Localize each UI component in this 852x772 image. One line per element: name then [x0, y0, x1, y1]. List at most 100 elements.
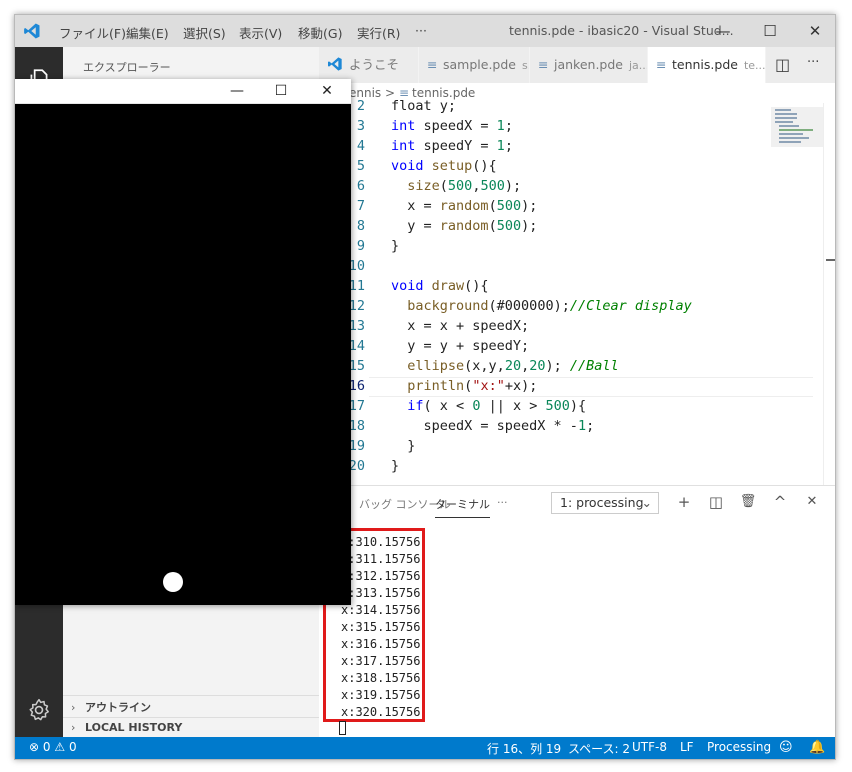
indentation[interactable]: スペース: 2	[568, 740, 630, 757]
cursor-position[interactable]: 行 16、列 19	[487, 740, 561, 757]
code-token: );	[504, 178, 522, 194]
code-line: x = random(500);	[391, 198, 537, 214]
window-title: tennis.pde - ibasic20 - Visual Stud...	[509, 23, 734, 38]
code-token: setup	[431, 158, 473, 174]
notification-bell-icon[interactable]: 🔔	[809, 740, 825, 755]
problems-indicator[interactable]: ⊗ 0 ⚠ 0	[29, 740, 77, 754]
code-line: y = y + speedY;	[391, 338, 529, 354]
code-line: float y;	[391, 98, 456, 114]
sidebar-section-outline[interactable]: › アウトライン	[71, 699, 151, 715]
warning-icon: ⚠	[54, 740, 66, 754]
tab-sample-pde[interactable]: ≡ sample.pde s...	[419, 47, 530, 83]
code-token: (){	[464, 278, 489, 294]
code-token: speedX =	[415, 118, 497, 134]
language-mode[interactable]: Processing	[707, 740, 771, 754]
code-token: 500	[447, 178, 473, 194]
tab-welcome[interactable]: ようこそ	[319, 47, 419, 83]
code-token: float y;	[391, 98, 457, 114]
code-token: speedX = speedX * -	[391, 418, 578, 434]
sidebar-divider	[63, 695, 319, 696]
code-token: x = x + speedX;	[391, 318, 530, 334]
section-label: LOCAL HISTORY	[85, 721, 183, 734]
code-token: random	[439, 198, 489, 214]
menu-run[interactable]: 実行(R)	[357, 23, 400, 42]
code-token: y =	[391, 218, 440, 234]
code-token: 500	[480, 178, 505, 194]
more-actions-button[interactable]: ···	[807, 55, 819, 70]
kill-terminal-button[interactable]: 🗑	[737, 491, 759, 513]
code-token: draw	[431, 278, 465, 294]
vscode-logo-icon	[328, 57, 342, 71]
settings-gear-icon[interactable]	[26, 697, 52, 723]
new-terminal-button[interactable]: +	[673, 491, 695, 513]
code-token: ellipse	[407, 358, 465, 374]
code-editor[interactable]: 2 float y; 3 int speedX = 1; 4 int speedY = 1…	[319, 98, 835, 485]
menu-view[interactable]: 表示(V)	[239, 23, 282, 42]
code-token: void	[391, 158, 424, 174]
line-ending[interactable]: LF	[680, 740, 694, 754]
code-token: int	[391, 118, 416, 134]
sketch-window: — ☐ ✕	[15, 79, 351, 605]
code-token: if	[407, 398, 424, 414]
sketch-title-bar: — ☐ ✕	[15, 79, 351, 104]
feedback-icon[interactable]: ☺	[779, 740, 793, 755]
code-token: ,	[521, 358, 530, 374]
status-bar: ⊗ 0 ⚠ 0 行 16、列 19 スペース: 2 UTF-8 LF Proce…	[15, 737, 835, 759]
section-label: アウトライン	[85, 701, 151, 714]
file-lines-icon: ≡	[427, 57, 438, 72]
menu-more[interactable]: ···	[415, 23, 427, 38]
close-panel-button[interactable]: ✕	[801, 491, 823, 513]
code-token: +x);	[504, 378, 538, 394]
menu-file[interactable]: ファイル(F)	[59, 23, 126, 42]
code-token: 1	[496, 118, 505, 134]
chevron-down-icon: ⌄	[641, 495, 652, 510]
code-token: );	[521, 218, 538, 234]
window-minimize-button[interactable]: —	[703, 19, 743, 43]
window-maximize-button[interactable]: ☐	[750, 19, 790, 43]
sketch-maximize-button[interactable]: ☐	[261, 80, 301, 102]
window-close-button[interactable]: ✕	[795, 19, 835, 43]
code-line: void draw(){	[391, 278, 489, 294]
encoding[interactable]: UTF-8	[632, 740, 667, 754]
split-editor-button[interactable]: ◫	[775, 55, 790, 74]
terminal-select[interactable]: 1: processing ⌄	[551, 492, 659, 514]
menu-go[interactable]: 移動(G)	[298, 23, 342, 42]
title-bar: ファイル(F) 編集(E) 選択(S) 表示(V) 移動(G) 実行(R) ··…	[15, 15, 835, 47]
terminal-select-value: 1: processing	[560, 495, 644, 510]
editor-scrollbar[interactable]	[823, 103, 835, 485]
sketch-close-button[interactable]: ✕	[307, 80, 347, 102]
sketch-minimize-button[interactable]: —	[217, 80, 257, 102]
tab-tennis-pde[interactable]: ≡ tennis.pde te...	[648, 47, 766, 83]
minimap[interactable]	[771, 107, 823, 147]
code-token: (	[488, 218, 497, 234]
code-token: 20	[504, 358, 522, 374]
code-token: y = y + speedY;	[391, 338, 530, 354]
split-terminal-button[interactable]: ◫	[705, 491, 727, 513]
ball	[163, 572, 183, 592]
sidebar-title: エクスプローラー	[83, 61, 171, 74]
code-token: 1	[496, 138, 505, 154]
maximize-panel-button[interactable]: ^	[769, 491, 791, 513]
menu-edit[interactable]: 編集(E)	[126, 23, 169, 42]
tab-label: ようこそ	[349, 57, 400, 72]
code-token: println	[407, 378, 465, 394]
code-line: x = x + speedX;	[391, 318, 529, 334]
editor-tab-bar: ようこそ ≡ sample.pde s... ≡ janken.pde ja... ≡ t…	[319, 47, 835, 83]
menu-selection[interactable]: 選択(S)	[183, 23, 226, 42]
code-line: }	[391, 458, 399, 474]
code-line: }	[391, 238, 399, 254]
code-line: }	[391, 438, 415, 454]
tab-terminal[interactable]: ターミナル	[435, 496, 490, 518]
tab-janken-pde[interactable]: ≡ janken.pde ja...	[530, 47, 648, 83]
code-token: (){	[472, 158, 497, 174]
code-token: || x >	[480, 398, 546, 414]
code-line: int speedY = 1;	[391, 138, 513, 154]
tab-label: tennis.pde	[672, 57, 738, 72]
sidebar-section-local-history[interactable]: › LOCAL HISTORY	[71, 721, 182, 734]
panel-more-button[interactable]: ···	[497, 496, 508, 509]
file-lines-icon: ≡	[656, 57, 667, 72]
